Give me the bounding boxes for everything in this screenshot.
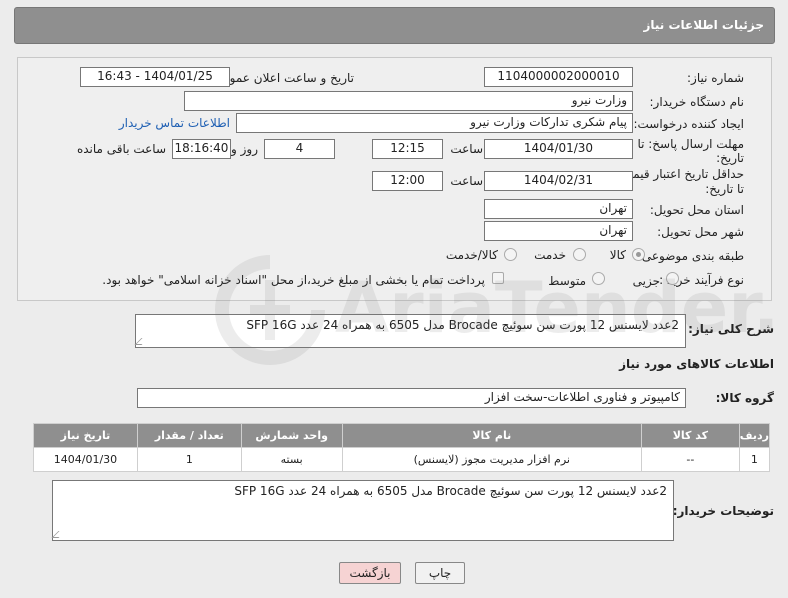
price-time-field[interactable]: 12:00 <box>372 171 443 191</box>
table-row[interactable]: 1 -- نرم افزار مدیریت مجوز (لایسنس) بسته… <box>33 447 771 472</box>
treasury-payment-checkbox[interactable] <box>492 272 504 284</box>
days-field[interactable]: 4 <box>264 139 335 159</box>
deadline-label-date: تاریخ: <box>716 151 744 165</box>
province-label: استان محل تحویل: <box>649 203 744 217</box>
buyer-org-field[interactable]: وزارت نیرو <box>184 91 633 111</box>
process-option-medium: متوسط <box>548 274 586 288</box>
category-radio-goods-service[interactable] <box>504 248 517 261</box>
cell-unit: بسته <box>240 447 343 472</box>
category-radio-goods[interactable] <box>632 248 645 261</box>
buyer-notes-label: توضیحات خریدار: <box>672 504 774 518</box>
creator-field[interactable]: پیام شکری تدارکات وزارت نیرو <box>236 113 633 133</box>
announce-label: تاریخ و ساعت اعلان عمومی: <box>209 71 354 85</box>
goods-table: ردیف کد کالا نام کالا واحد شمارش تعداد /… <box>33 423 771 472</box>
need-number-label: شماره نیاز: <box>687 71 744 85</box>
goods-group-label: گروه کالا: <box>715 391 774 405</box>
print-button[interactable]: چاپ <box>415 562 465 584</box>
col-row: ردیف <box>738 423 771 448</box>
category-radio-service[interactable] <box>573 248 586 261</box>
col-date: تاریخ نیاز <box>33 423 138 448</box>
table-header-row: ردیف کد کالا نام کالا واحد شمارش تعداد /… <box>33 423 771 448</box>
price-time-label: ساعت <box>450 174 483 188</box>
col-code: کد کالا <box>640 423 740 448</box>
price-validity-label-date: تا تاریخ: <box>705 182 744 196</box>
summary-label: شرح کلی نیاز: <box>688 322 774 336</box>
page-title: جزئیات اطلاعات نیاز <box>643 18 764 32</box>
deadline-time-field[interactable]: 12:15 <box>372 139 443 159</box>
col-qty: تعداد / مقدار <box>136 423 242 448</box>
back-button[interactable]: بازگشت <box>339 562 401 584</box>
days-label: روز و <box>231 142 258 156</box>
process-radio-partial[interactable] <box>666 272 679 285</box>
remaining-label: ساعت باقی مانده <box>76 142 166 156</box>
category-option-service: خدمت <box>534 248 566 262</box>
resize-handle-icon[interactable] <box>134 338 149 345</box>
summary-text: 2عدد لایسنس 12 پورت سن سوئیچ Brocade مدل… <box>246 318 679 332</box>
category-label: طبقه بندی موضوعی: <box>637 249 744 263</box>
creator-label: ایجاد کننده درخواست: <box>633 117 744 131</box>
cell-qty: 1 <box>136 447 242 472</box>
deadline-date-field[interactable]: 1404/01/30 <box>484 139 633 159</box>
process-radio-medium[interactable] <box>592 272 605 285</box>
buyer-notes-text: 2عدد لایسنس 12 پورت سن سوئیچ Brocade مدل… <box>234 484 667 498</box>
remaining-time-field[interactable]: 18:16:40 <box>172 139 231 159</box>
price-validity-label: حداقل تاریخ اعتبار قیمت: <box>617 167 744 181</box>
announce-field[interactable]: 1404/01/25 - 16:43 <box>80 67 230 87</box>
resize-handle-icon[interactable] <box>51 531 66 538</box>
buyer-notes-textarea[interactable]: 2عدد لایسنس 12 پورت سن سوئیچ Brocade مدل… <box>51 480 674 541</box>
cell-name: نرم افزار مدیریت مجوز (لایسنس) <box>341 447 642 472</box>
col-unit: واحد شمارش <box>240 423 343 448</box>
goods-group-field[interactable]: کامپیوتر و فناوری اطلاعات-سخت افزار <box>137 388 686 408</box>
treasury-payment-text: پرداخت تمام یا بخشی از مبلغ خرید،از محل … <box>102 273 485 287</box>
cell-date: 1404/01/30 <box>33 447 138 472</box>
cell-code: -- <box>640 447 740 472</box>
deadline-time-label: ساعت <box>450 142 483 156</box>
category-option-goods: کالا <box>609 248 626 262</box>
buyer-contact-link[interactable]: اطلاعات تماس خریدار <box>119 116 230 130</box>
cell-row: 1 <box>738 447 771 472</box>
city-label: شهر محل تحویل: <box>657 225 744 239</box>
deadline-label: مهلت ارسال پاسخ: تا <box>637 137 744 151</box>
page-header: جزئیات اطلاعات نیاز <box>14 7 775 44</box>
category-option-goods-service: کالا/خدمت <box>445 248 498 262</box>
price-date-field[interactable]: 1404/02/31 <box>484 171 633 191</box>
need-number-field[interactable]: 1104000002000010 <box>484 67 633 87</box>
province-field[interactable]: تهران <box>484 199 633 219</box>
goods-section-title: اطلاعات کالاهای مورد نیاز <box>619 357 774 371</box>
summary-textarea[interactable]: 2عدد لایسنس 12 پورت سن سوئیچ Brocade مدل… <box>134 314 686 348</box>
city-field[interactable]: تهران <box>484 221 633 241</box>
process-option-partial: جزیی <box>632 274 660 288</box>
col-name: نام کالا <box>341 423 642 448</box>
buyer-org-label: نام دستگاه خریدار: <box>649 95 745 109</box>
